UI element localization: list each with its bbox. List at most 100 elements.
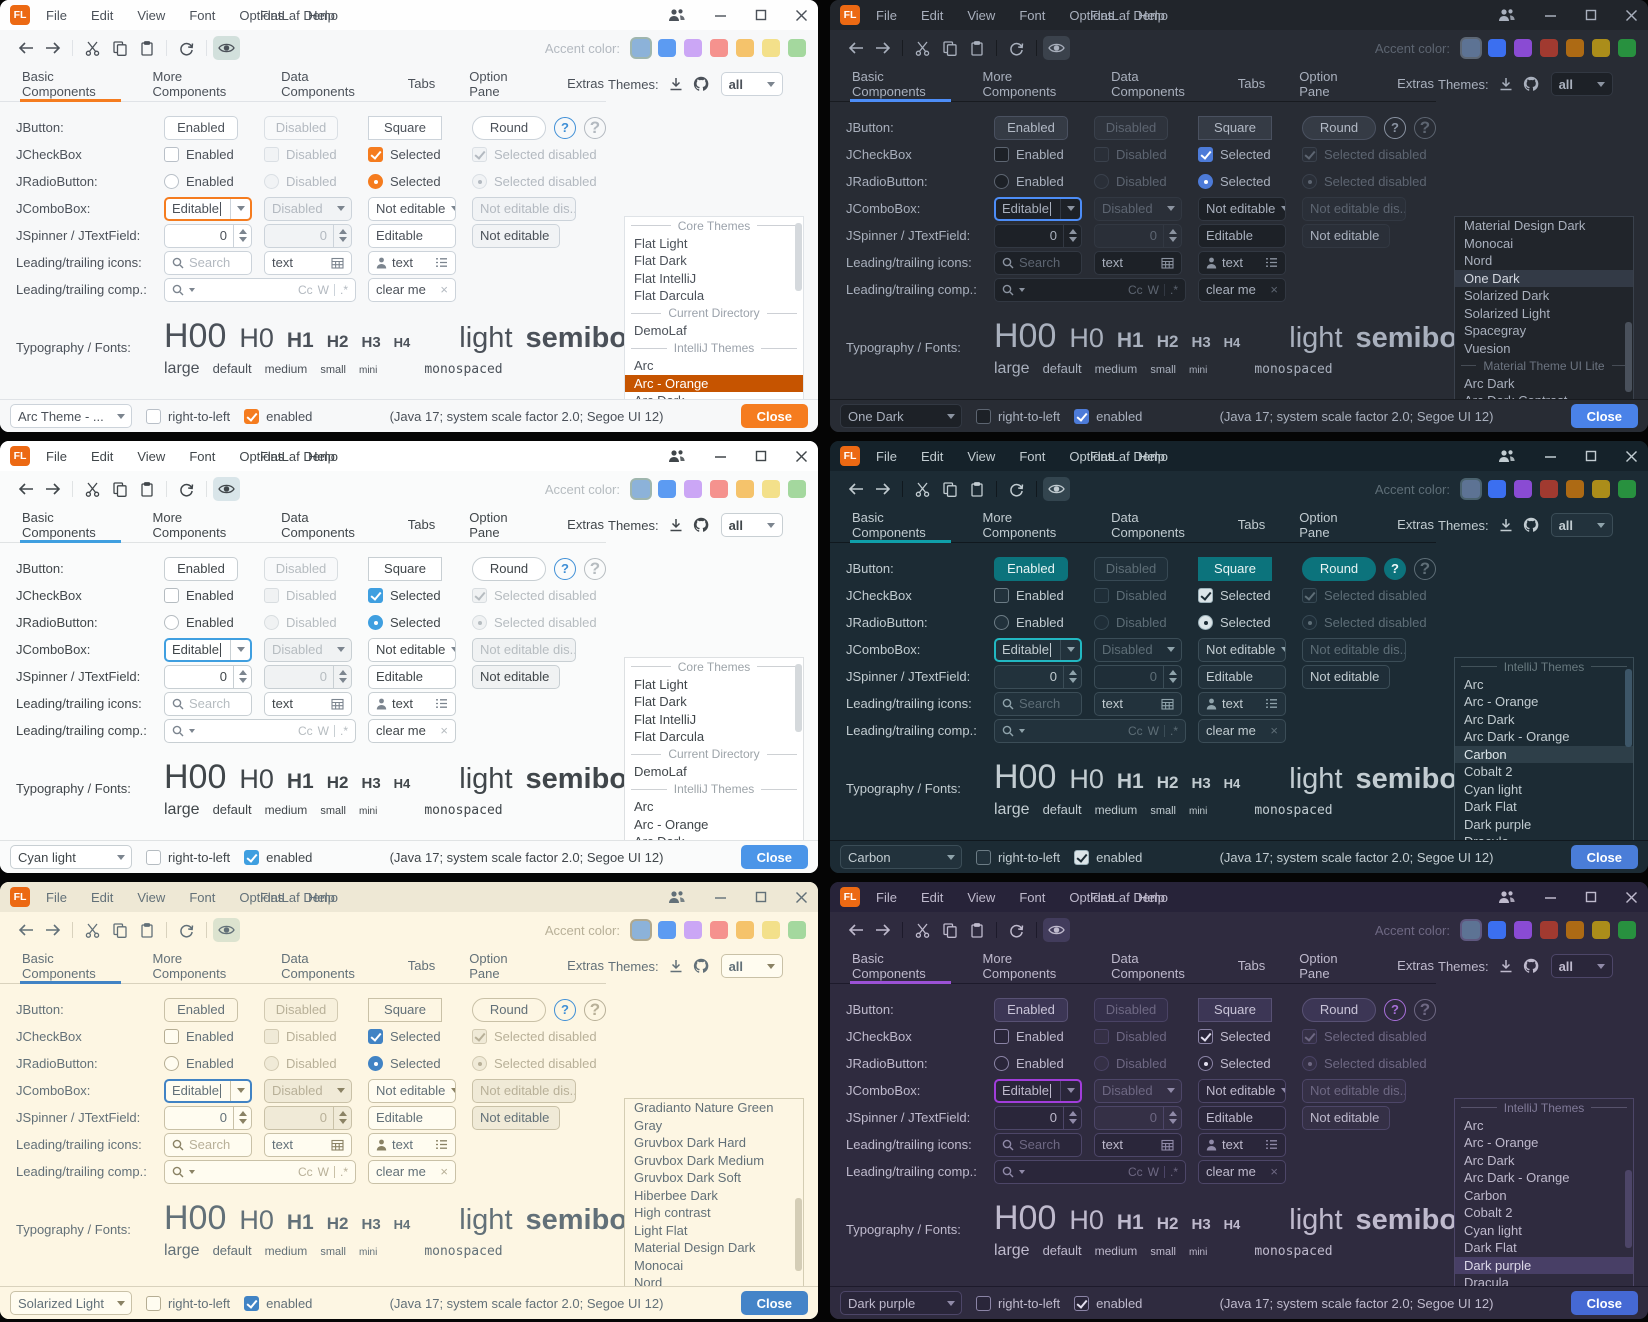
combobox-not-editable[interactable]: Not editable xyxy=(1198,197,1286,221)
accent-swatch-5[interactable] xyxy=(762,921,780,939)
chevron-down-icon[interactable] xyxy=(189,288,195,292)
clear-me-input[interactable]: clear me× xyxy=(1198,719,1286,743)
textfield-not-editable[interactable]: Not editable xyxy=(472,665,560,689)
round-button[interactable]: Round xyxy=(472,557,546,581)
theme-list-item[interactable]: Solarized Dark xyxy=(1455,287,1633,305)
combobox-editable[interactable]: Editable xyxy=(164,197,252,221)
theme-list-scrollbar-thumb[interactable] xyxy=(1625,669,1632,747)
round-button[interactable]: Round xyxy=(1302,116,1376,140)
search-input[interactable]: Search xyxy=(994,251,1082,275)
checkbox-selected-disabled[interactable] xyxy=(472,1029,487,1044)
accent-swatch-4[interactable] xyxy=(736,480,754,498)
combobox-not-editable-disabled[interactable]: Not editable dis... xyxy=(472,1079,576,1103)
theme-list-item[interactable]: Flat Darcula xyxy=(625,287,803,305)
text-input-person-list[interactable]: text xyxy=(368,251,456,275)
accent-swatch-3[interactable] xyxy=(710,480,728,498)
eye-icon[interactable] xyxy=(213,477,240,501)
accent-swatch-1[interactable] xyxy=(1488,480,1506,498)
text-input-person-list[interactable]: text xyxy=(368,1133,456,1157)
tab-extras[interactable]: Extras xyxy=(1395,507,1436,542)
radio-selected[interactable] xyxy=(368,174,383,189)
radio-disabled[interactable] xyxy=(264,1056,279,1071)
tab-tabs[interactable]: Tabs xyxy=(406,66,437,101)
accent-swatch-5[interactable] xyxy=(1592,39,1610,57)
theme-list-item[interactable]: Cobalt 2 xyxy=(1455,763,1633,781)
menu-options[interactable]: Options xyxy=(239,890,284,905)
download-icon[interactable] xyxy=(669,518,683,532)
rtl-checkbox[interactable] xyxy=(146,850,161,865)
menu-help[interactable]: Help xyxy=(1138,8,1165,23)
menu-font[interactable]: Font xyxy=(189,890,215,905)
menu-edit[interactable]: Edit xyxy=(921,890,943,905)
github-icon[interactable] xyxy=(1523,958,1539,974)
rtl-checkbox[interactable] xyxy=(976,1296,991,1311)
regex-button[interactable]: .* xyxy=(340,283,348,297)
eye-icon[interactable] xyxy=(213,918,240,942)
accent-swatch-6[interactable] xyxy=(788,480,806,498)
accent-swatch-0[interactable] xyxy=(632,39,650,57)
radio[interactable] xyxy=(164,174,179,189)
search-with-options-input[interactable]: CcW.* xyxy=(164,278,356,302)
help-button[interactable]: ? xyxy=(554,117,576,139)
checkbox-disabled[interactable] xyxy=(264,147,279,162)
radio-selected-disabled[interactable] xyxy=(472,174,487,189)
disabled-button[interactable]: Disabled xyxy=(1094,116,1168,140)
forward-icon[interactable] xyxy=(39,477,66,501)
users-icon[interactable] xyxy=(1498,449,1516,463)
theme-list-item[interactable]: Arc Dark - Orange xyxy=(1455,1169,1633,1187)
theme-list-item[interactable]: Cyan light xyxy=(1455,781,1633,799)
refresh-icon[interactable] xyxy=(173,918,200,942)
calendar-icon[interactable] xyxy=(331,1139,344,1151)
theme-list-item[interactable]: Gruvbox Dark Medium xyxy=(625,1152,803,1170)
textfield-not-editable[interactable]: Not editable xyxy=(1302,1106,1390,1130)
theme-list-item[interactable]: Arc - Orange xyxy=(625,816,803,834)
refresh-icon[interactable] xyxy=(173,477,200,501)
text-input-person-list[interactable]: text xyxy=(1198,1133,1286,1157)
close-button[interactable] xyxy=(1625,9,1638,22)
tab-option-pane[interactable]: Option Pane xyxy=(467,507,535,542)
regex-button[interactable]: .* xyxy=(340,724,348,738)
help-button-disabled[interactable]: ? xyxy=(584,999,606,1021)
menu-edit[interactable]: Edit xyxy=(921,449,943,464)
combobox-not-editable-disabled[interactable]: Not editable dis... xyxy=(1302,1079,1406,1103)
menu-view[interactable]: View xyxy=(137,449,165,464)
radio[interactable] xyxy=(164,1056,179,1071)
tab-more-components[interactable]: More Components xyxy=(981,948,1080,983)
cut-icon[interactable] xyxy=(909,477,936,501)
accent-swatch-5[interactable] xyxy=(1592,480,1610,498)
enabled-button[interactable]: Enabled xyxy=(994,557,1068,581)
tab-option-pane[interactable]: Option Pane xyxy=(467,66,535,101)
accent-swatch-2[interactable] xyxy=(684,921,702,939)
theme-list-item[interactable]: One Dark xyxy=(1455,270,1633,288)
checkbox-selected-disabled[interactable] xyxy=(1302,588,1317,603)
help-button-disabled[interactable]: ? xyxy=(1414,117,1436,139)
accent-swatch-3[interactable] xyxy=(710,921,728,939)
maximize-button[interactable] xyxy=(1585,9,1597,21)
theme-list-item[interactable]: Arc - Orange xyxy=(1455,1134,1633,1152)
eye-icon[interactable] xyxy=(1043,918,1070,942)
theme-list-item[interactable]: Arc xyxy=(625,357,803,375)
search-with-options-input[interactable]: CcW.* xyxy=(994,1160,1186,1184)
back-icon[interactable] xyxy=(12,36,39,60)
accent-swatch-5[interactable] xyxy=(762,39,780,57)
combobox-not-editable[interactable]: Not editable xyxy=(368,638,456,662)
copy-icon[interactable] xyxy=(106,36,133,60)
download-icon[interactable] xyxy=(1499,959,1513,973)
combobox-disabled[interactable]: Disabled xyxy=(1094,638,1182,662)
forward-icon[interactable] xyxy=(39,918,66,942)
checkbox[interactable] xyxy=(994,1029,1009,1044)
whole-words-button[interactable]: W xyxy=(1148,724,1159,738)
back-icon[interactable] xyxy=(842,477,869,501)
themes-filter-combo[interactable]: all xyxy=(721,72,783,96)
round-button[interactable]: Round xyxy=(1302,557,1376,581)
match-case-button[interactable]: Cc xyxy=(1128,283,1143,297)
menu-help[interactable]: Help xyxy=(308,890,335,905)
minimize-button[interactable] xyxy=(1544,9,1557,22)
clear-me-input[interactable]: clear me× xyxy=(368,719,456,743)
menu-font[interactable]: Font xyxy=(189,8,215,23)
textfield-editable[interactable]: Editable xyxy=(368,224,456,248)
forward-icon[interactable] xyxy=(869,477,896,501)
text-input-calendar[interactable]: text xyxy=(1094,692,1182,716)
radio-disabled[interactable] xyxy=(264,615,279,630)
regex-button[interactable]: .* xyxy=(1170,724,1178,738)
